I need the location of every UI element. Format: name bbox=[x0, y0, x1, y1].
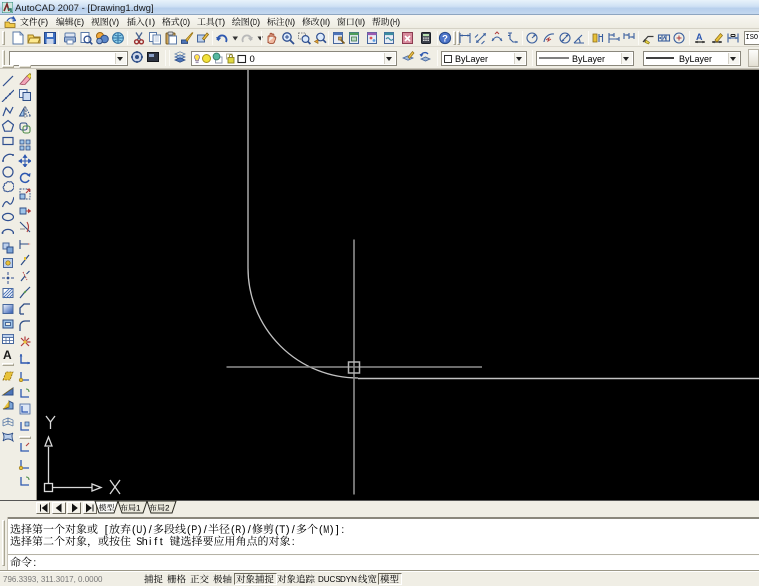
svg-text:A: A bbox=[3, 348, 12, 360]
svg-text:A: A bbox=[696, 32, 703, 42]
svg-text:?: ? bbox=[442, 33, 448, 44]
